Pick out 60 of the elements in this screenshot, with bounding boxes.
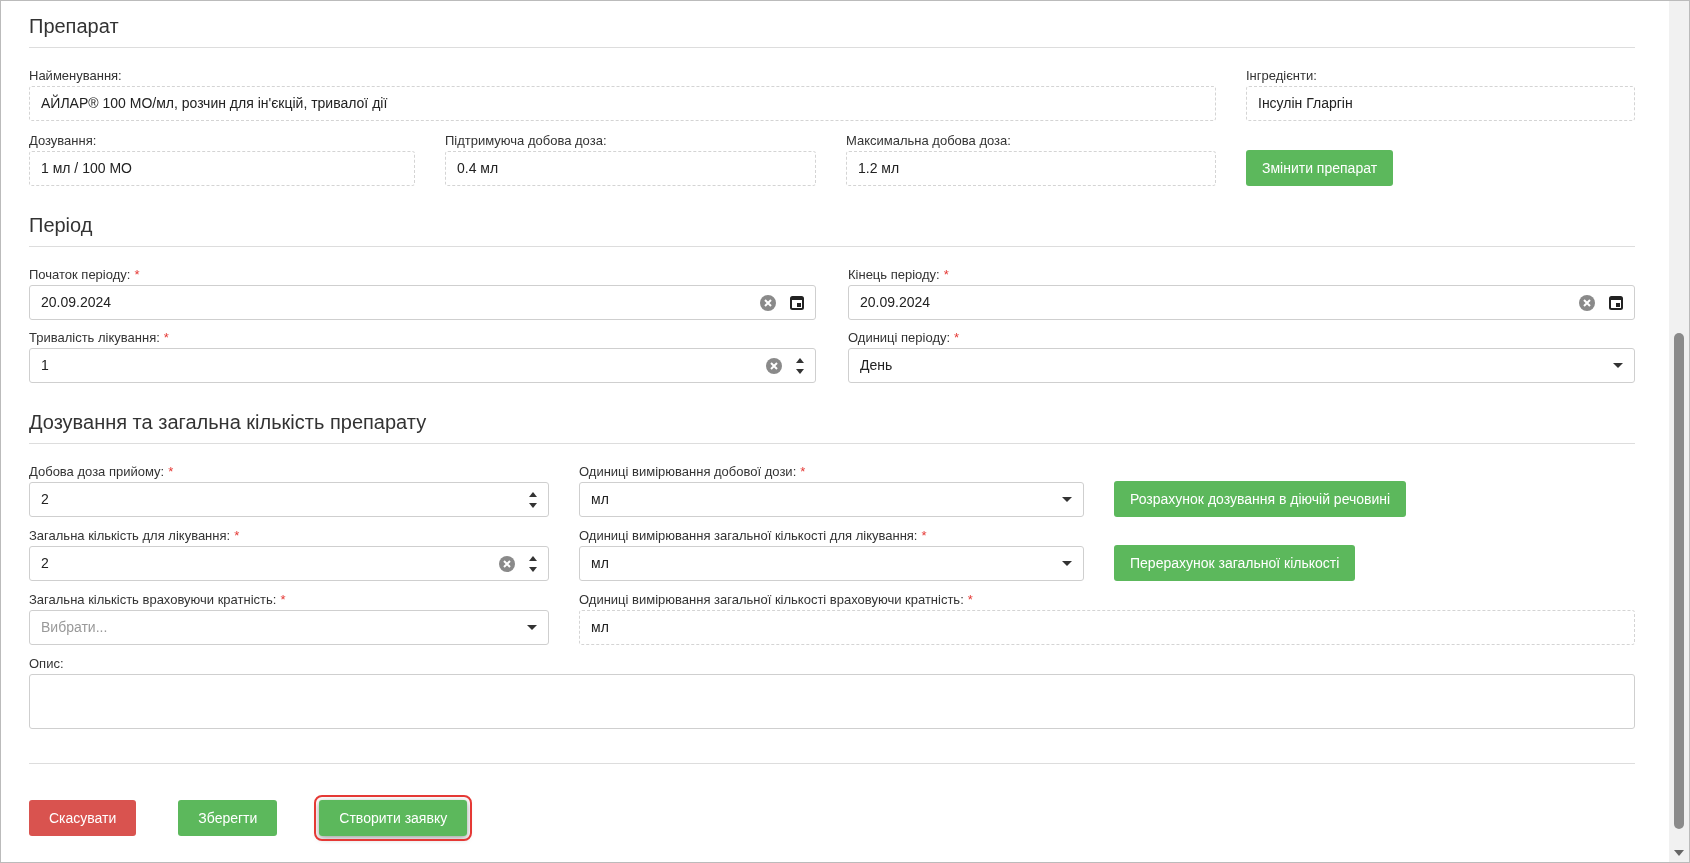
clear-icon[interactable] (499, 555, 515, 572)
field-label: Добова доза прийому: (29, 463, 165, 482)
input-field: 1.2 мл (846, 151, 1216, 186)
field-label: Загальна кількість враховуючи кратність: (29, 591, 277, 610)
field-label: Загальна кількість для лікування: (29, 527, 231, 546)
select-field[interactable]: мл (579, 546, 1084, 581)
field-label: Дозування: (29, 132, 97, 151)
calendar-icon[interactable] (1609, 295, 1623, 310)
clear-icon[interactable] (766, 357, 782, 374)
field-label: Кінець періоду: (848, 266, 940, 285)
scroll-down-arrow-icon[interactable] (1674, 850, 1684, 856)
input-field[interactable]: 2 (29, 482, 549, 517)
textarea-field[interactable] (29, 674, 1635, 729)
section-heading: Період (29, 213, 94, 238)
clear-icon[interactable] (760, 294, 776, 311)
input-field[interactable]: 2 (29, 546, 549, 581)
caret-down-icon (527, 624, 537, 631)
caret-down-icon (1062, 560, 1072, 567)
calendar-icon[interactable] (790, 295, 804, 310)
required-mark: * (280, 591, 286, 610)
spinner-control[interactable] (529, 491, 537, 508)
section-heading: Препарат (29, 14, 120, 39)
required-mark: * (967, 591, 973, 610)
spinner-control[interactable] (529, 555, 537, 572)
required-mark: * (943, 266, 949, 285)
field-label: Одиниці вимірювання загальної кількості враховуючи кратність: (579, 591, 964, 610)
input-field: Інсулін Гларгін (1246, 86, 1635, 121)
required-mark: * (168, 463, 174, 482)
input-field: 1 мл / 100 МО (29, 151, 415, 186)
input-field: мл (579, 610, 1635, 645)
action-button[interactable]: Скасувати (29, 800, 137, 836)
input-field[interactable]: 20.09.2024 (848, 285, 1635, 320)
field-label: Найменування: (29, 67, 122, 86)
field-label: Опис: (29, 655, 64, 674)
required-mark: * (954, 329, 960, 348)
input-field[interactable]: 20.09.2024 (29, 285, 816, 320)
clear-icon[interactable] (1579, 294, 1595, 311)
required-mark: * (163, 329, 169, 348)
field-label: Максимальна добова доза: (846, 132, 1011, 151)
input-field: 0.4 мл (445, 151, 816, 186)
select-field[interactable]: День (848, 348, 1635, 383)
spinner-control[interactable] (796, 357, 804, 374)
required-mark: * (134, 266, 140, 285)
field-label: Підтримуюча добова доза: (445, 132, 607, 151)
input-field: АЙЛАР® 100 МО/мл, розчин для ін'єкцій, тривалої дії (29, 86, 1216, 121)
field-label: Інгредієнти: (1246, 67, 1317, 86)
field-label: Тривалість лікування: (29, 329, 160, 348)
select-field[interactable]: мл (579, 482, 1084, 517)
caret-down-icon (1062, 496, 1072, 503)
field-label: Одиниці вимірювання загальної кількості для лікування: (579, 527, 918, 546)
field-label: Одиниці вимірювання добової дози: (579, 463, 797, 482)
required-mark: * (234, 527, 240, 546)
section-heading: Дозування та загальна кількість препарату (29, 410, 428, 435)
caret-down-icon (1613, 362, 1623, 369)
input-field[interactable]: 1 (29, 348, 816, 383)
field-label: Початок періоду: (29, 266, 131, 285)
scrollbar[interactable] (1669, 1, 1689, 862)
field-label: Одиниці періоду: (848, 329, 951, 348)
required-mark: * (800, 463, 806, 482)
required-mark: * (921, 527, 927, 546)
